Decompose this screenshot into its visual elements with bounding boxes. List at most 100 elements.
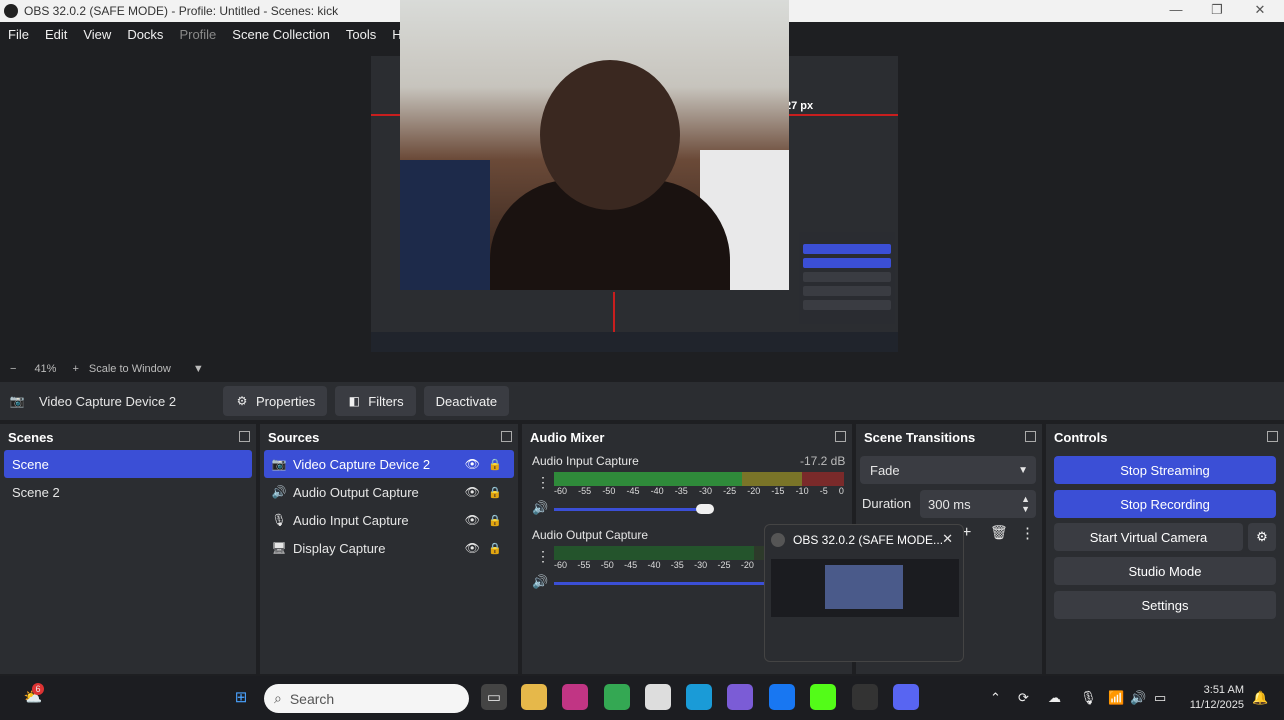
source-item[interactable]: 🖥 Display Capture 👁 🔒 [264, 534, 514, 562]
stop-recording-button[interactable]: Stop Recording [1054, 490, 1276, 518]
store-icon[interactable] [645, 684, 671, 710]
source-item[interactable]: 📷 Video Capture Device 2 👁 🔒 [264, 450, 514, 478]
instagram-icon[interactable] [562, 684, 588, 710]
meter-tick-label: -45 [626, 486, 640, 496]
kick-icon[interactable] [810, 684, 836, 710]
windows-start-icon[interactable]: ⊞ [228, 684, 254, 710]
menu-file[interactable]: File [0, 27, 37, 42]
meter-tick-label: -60 [554, 560, 568, 570]
kebab-icon[interactable]: ⋮ [536, 548, 550, 565]
speaker-icon[interactable]: 🔊 [532, 500, 548, 516]
chair [400, 160, 490, 290]
popup-preview-frame [825, 565, 903, 609]
zoom-in-button[interactable]: + [72, 363, 78, 375]
undock-icon[interactable] [501, 431, 512, 442]
undock-icon[interactable] [1025, 431, 1036, 442]
menu-edit[interactable]: Edit [37, 27, 75, 42]
volume-slider[interactable] [554, 508, 706, 511]
monitor-icon: 🖥 [271, 541, 287, 555]
transition-select[interactable]: Fade ▼ [860, 456, 1036, 484]
meter-tick-label: -30 [698, 486, 712, 496]
scene-item[interactable]: Scene 2 [4, 478, 252, 506]
nested-taskbar [371, 332, 898, 352]
obs-taskbar-icon[interactable] [852, 684, 878, 710]
source-item[interactable]: 🔊 Audio Output Capture 👁 🔒 [264, 478, 514, 506]
undock-icon[interactable] [239, 431, 250, 442]
eye-icon[interactable]: 👁 [465, 513, 480, 527]
undock-icon[interactable] [1267, 431, 1278, 442]
chrome-icon[interactable] [604, 684, 630, 710]
speaker-icon: 🔊 [271, 485, 287, 499]
menu-profile[interactable]: Profile [171, 27, 224, 42]
webcam-feed[interactable] [400, 0, 789, 290]
filters-button[interactable]: ◧ Filters [335, 386, 416, 416]
source-item[interactable]: 🎙 Audio Input Capture 👁 🔒 [264, 506, 514, 534]
edge-icon[interactable] [686, 684, 712, 710]
studio-mode-button[interactable]: Studio Mode [1054, 557, 1276, 585]
volume-slider[interactable] [554, 582, 764, 585]
meter-tick-label: -50 [602, 486, 616, 496]
person-head [540, 60, 680, 210]
zoom-out-button[interactable]: − [10, 363, 16, 375]
zoom-dropdown-icon[interactable]: ▼ [193, 363, 204, 375]
lock-icon[interactable]: 🔒 [488, 486, 502, 499]
deactivate-button[interactable]: Deactivate [423, 386, 510, 416]
controls-title: Controls [1054, 429, 1108, 445]
lock-icon[interactable]: 🔒 [488, 458, 502, 471]
eye-icon[interactable]: 👁 [465, 541, 480, 555]
discord-icon[interactable] [893, 684, 919, 710]
microphone-icon[interactable]: 🎙 [1080, 690, 1097, 706]
start-virtual-camera-button[interactable]: Start Virtual Camera [1054, 523, 1243, 551]
task-view-icon[interactable]: ▭ [481, 684, 507, 710]
close-button[interactable]: ✕ [1240, 0, 1280, 22]
stop-streaming-button[interactable]: Stop Streaming [1054, 456, 1276, 484]
zoom-mode[interactable]: Scale to Window [89, 363, 171, 375]
trash-icon[interactable]: 🗑 [990, 524, 1008, 541]
volume-icon[interactable]: 🔊 [1130, 690, 1146, 706]
scene-item[interactable]: Scene [4, 450, 252, 478]
meter-tick-label: -50 [600, 560, 614, 570]
facebook-icon[interactable] [769, 684, 795, 710]
gear-icon: ⚙ [1256, 529, 1268, 544]
menu-scene-collection[interactable]: Scene Collection [224, 27, 338, 42]
settings-button[interactable]: Settings [1054, 591, 1276, 619]
menu-docks[interactable]: Docks [119, 27, 171, 42]
menu-tools[interactable]: Tools [338, 27, 384, 42]
volume-knob[interactable] [696, 504, 714, 514]
clock[interactable]: 3:51 AM 11/12/2025 [1184, 683, 1244, 713]
obs-logo-icon [4, 4, 18, 18]
wifi-icon[interactable]: 📶 [1108, 690, 1124, 706]
taskbar-thumbnail-popup[interactable]: OBS 32.0.2 (SAFE MODE... ✕ [764, 524, 964, 662]
maximize-button[interactable]: ❐ [1197, 0, 1237, 22]
chevron-up-icon[interactable]: ⌃ [990, 690, 1001, 706]
speaker-icon[interactable]: 🔊 [532, 574, 548, 590]
eye-icon[interactable]: 👁 [465, 457, 480, 471]
menu-view[interactable]: View [75, 27, 119, 42]
undock-icon[interactable] [835, 431, 846, 442]
lock-icon[interactable]: 🔒 [488, 514, 502, 527]
chevron-down-icon: ▼ [1018, 464, 1028, 476]
channel-name: Audio Output Capture [532, 528, 649, 542]
camera-icon: 📷 [271, 457, 287, 471]
file-explorer-icon[interactable] [521, 684, 547, 710]
properties-button[interactable]: ⚙ Properties [223, 386, 328, 416]
taskbar-search[interactable]: ⌕ Search [264, 684, 469, 713]
battery-icon[interactable]: ▭ [1154, 690, 1166, 706]
sync-icon[interactable]: ⟳ [1018, 690, 1029, 706]
channel-name: Audio Input Capture [532, 454, 639, 468]
kebab-icon[interactable]: ⋮ [1020, 524, 1035, 542]
virtual-camera-settings-button[interactable]: ⚙ [1248, 523, 1276, 551]
stepper-icon[interactable]: ▲ ▼ [1021, 494, 1030, 514]
meter-tick-label: -20 [740, 560, 754, 570]
meter-tick-label: -40 [650, 486, 664, 496]
minimize-button[interactable]: — [1156, 0, 1196, 22]
lock-icon[interactable]: 🔒 [488, 542, 502, 555]
duration-field[interactable]: 300 ms ▲ ▼ [920, 490, 1036, 518]
close-icon[interactable]: ✕ [942, 531, 953, 547]
notification-bell-icon[interactable]: 🔔 [1252, 690, 1268, 706]
copilot-icon[interactable] [727, 684, 753, 710]
kebab-icon[interactable]: ⋮ [536, 474, 550, 491]
eye-icon[interactable]: 👁 [465, 485, 480, 499]
onedrive-icon[interactable]: ☁ [1048, 690, 1061, 706]
gear-icon: ⚙ [236, 394, 248, 408]
